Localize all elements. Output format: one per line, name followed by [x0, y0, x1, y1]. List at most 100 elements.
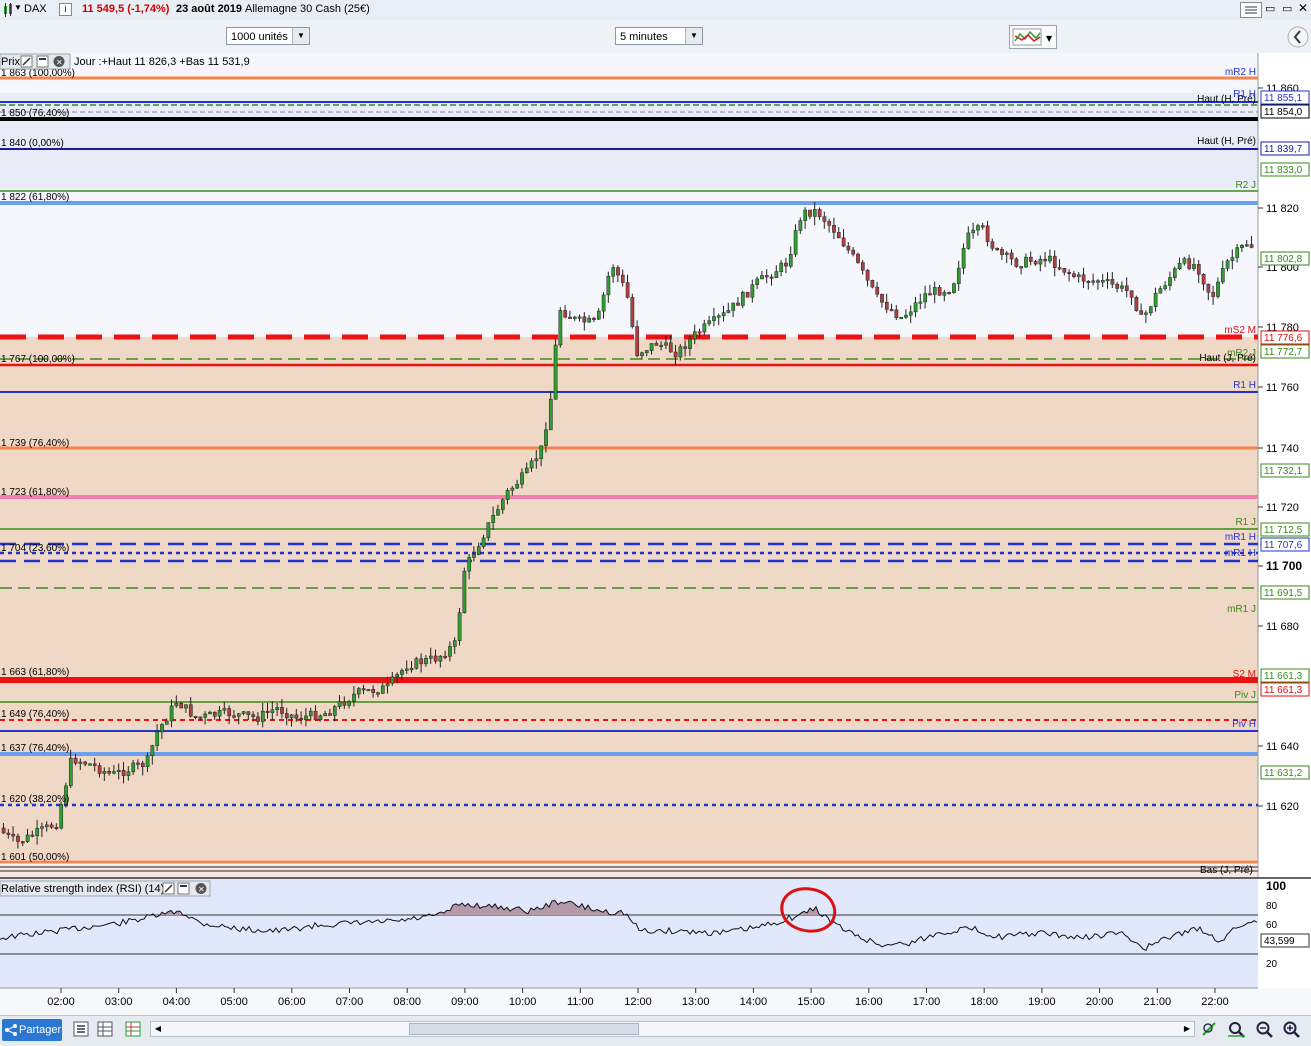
candle-body — [356, 688, 361, 695]
indicators-button[interactable]: ▼ — [1009, 25, 1057, 49]
chevron-down-icon[interactable]: ▼ — [14, 3, 22, 12]
pivot-label: R1 H — [1233, 89, 1256, 100]
fib-label: 1 723 (61,80%) — [1, 487, 69, 498]
candle-body — [49, 824, 54, 828]
candle-body — [376, 692, 380, 695]
candle-body — [966, 232, 971, 249]
info-icon[interactable]: i — [59, 3, 72, 16]
candle-body — [1067, 272, 1072, 275]
candles-icon[interactable] — [2, 3, 14, 20]
scroll-left-icon[interactable]: ◀ — [152, 1023, 164, 1035]
chart-settings-icon[interactable] — [72, 1020, 90, 1038]
close-icon[interactable]: ✕ — [1298, 1, 1308, 15]
candle-body — [889, 309, 894, 312]
instrument-name[interactable]: DAX — [24, 3, 47, 15]
candle-body — [865, 269, 870, 281]
zoom-in-icon[interactable] — [1282, 1020, 1300, 1038]
candle-body — [1158, 288, 1163, 294]
candle-body — [880, 294, 884, 303]
candle-body — [491, 515, 496, 523]
candle-body — [179, 702, 184, 709]
time-tick: 12:00 — [624, 996, 652, 1008]
menu-icon[interactable] — [1240, 2, 1262, 18]
candle-body — [1211, 292, 1216, 297]
candle-body — [1235, 247, 1240, 258]
pivot-label: R1 J — [1235, 517, 1256, 528]
window-icon[interactable] — [36, 55, 49, 68]
table-icon[interactable] — [96, 1020, 114, 1038]
grid-icon[interactable] — [124, 1020, 142, 1038]
status-bar: Partager ◀ ▶ — [0, 1015, 1311, 1046]
window-icon[interactable] — [177, 882, 190, 895]
candle-body — [308, 710, 313, 717]
candle-body — [476, 546, 481, 555]
time-tick: 05:00 — [220, 996, 248, 1008]
candle-body — [289, 714, 294, 719]
time-tick: 07:00 — [336, 996, 364, 1008]
chevron-left-icon[interactable] — [1287, 24, 1309, 50]
title-bar: ▼ DAX i 11 549,5 (-1,74%) 23 août 2019 A… — [0, 0, 1311, 21]
candle-body — [947, 292, 952, 295]
maximize-icon[interactable]: ▭ — [1282, 2, 1292, 15]
price-box-value: 11 707,6 — [1264, 540, 1303, 551]
candle-body — [563, 310, 568, 318]
candle-body — [236, 713, 241, 717]
candle-body — [726, 310, 731, 313]
price-chart[interactable]: 1 863 (100,00%) 1 850 (76,40%) 1 840 (0,00… — [0, 53, 1311, 1015]
zoom-fit-icon[interactable] — [1227, 1020, 1245, 1038]
candle-body — [1177, 262, 1182, 269]
candle-body — [860, 262, 865, 271]
candle-body — [92, 763, 97, 766]
rsi-tick: 100 — [1266, 879, 1286, 893]
fib-label: 1 637 (76,40%) — [1, 743, 69, 754]
candle-body — [424, 658, 428, 665]
chevron-down-icon[interactable]: ▼ — [292, 28, 309, 44]
candle-body — [524, 467, 529, 474]
candle-body — [908, 311, 913, 316]
candle-body — [1004, 252, 1009, 255]
rsi-value: 43,599 — [1264, 936, 1295, 947]
candle-body — [558, 310, 563, 346]
chevron-down-icon[interactable]: ▼ — [685, 28, 702, 44]
candle-body — [140, 762, 145, 767]
candle-body — [625, 282, 630, 298]
horizontal-scrollbar[interactable]: ◀ ▶ — [150, 1021, 1195, 1037]
auto-scale-icon[interactable] — [1200, 1020, 1218, 1038]
share-button[interactable]: Partager — [2, 1019, 62, 1041]
candle-body — [280, 707, 284, 714]
pivot-label: mR2 H — [1225, 67, 1256, 78]
scroll-right-icon[interactable]: ▶ — [1181, 1023, 1193, 1035]
close-icon[interactable]: ✕ — [195, 883, 207, 894]
wrench-icon[interactable] — [162, 882, 175, 895]
close-icon[interactable]: ✕ — [53, 56, 65, 67]
candle-body — [577, 316, 582, 319]
interval-select[interactable]: 5 minutes ▼ — [615, 27, 703, 45]
candle-body — [400, 670, 404, 675]
candle-body — [928, 293, 932, 296]
zoom-out-icon[interactable] — [1255, 1020, 1273, 1038]
candle-body — [457, 612, 462, 641]
candle-body — [774, 271, 779, 278]
price-box-value: 11 802,8 — [1264, 254, 1303, 265]
candle-body — [1172, 268, 1177, 278]
interval-select-value: 5 minutes — [620, 31, 668, 43]
price-tick: 11 700 — [1266, 559, 1302, 573]
pivot-label: mS2 M — [1224, 325, 1256, 336]
rsi-tick: 60 — [1266, 920, 1278, 931]
candle-body — [1115, 284, 1120, 289]
candle-body — [59, 804, 64, 829]
candle-body — [78, 761, 83, 764]
units-select[interactable]: 1000 unités ▼ — [226, 27, 310, 45]
wrench-icon[interactable] — [20, 55, 33, 68]
candle-body — [203, 713, 208, 718]
time-tick: 09:00 — [451, 996, 479, 1008]
candle-body — [769, 276, 774, 279]
candle-body — [332, 706, 337, 716]
indicator-overlay — [0, 865, 1258, 877]
scroll-thumb[interactable] — [409, 1023, 639, 1035]
candle-body — [380, 685, 385, 694]
candle-body — [611, 267, 616, 277]
day-info: Jour :+Haut 11 826,3 +Bas 11 531,9 — [74, 56, 250, 68]
minimize-icon[interactable]: ▭ — [1265, 2, 1275, 15]
candle-body — [241, 711, 246, 714]
